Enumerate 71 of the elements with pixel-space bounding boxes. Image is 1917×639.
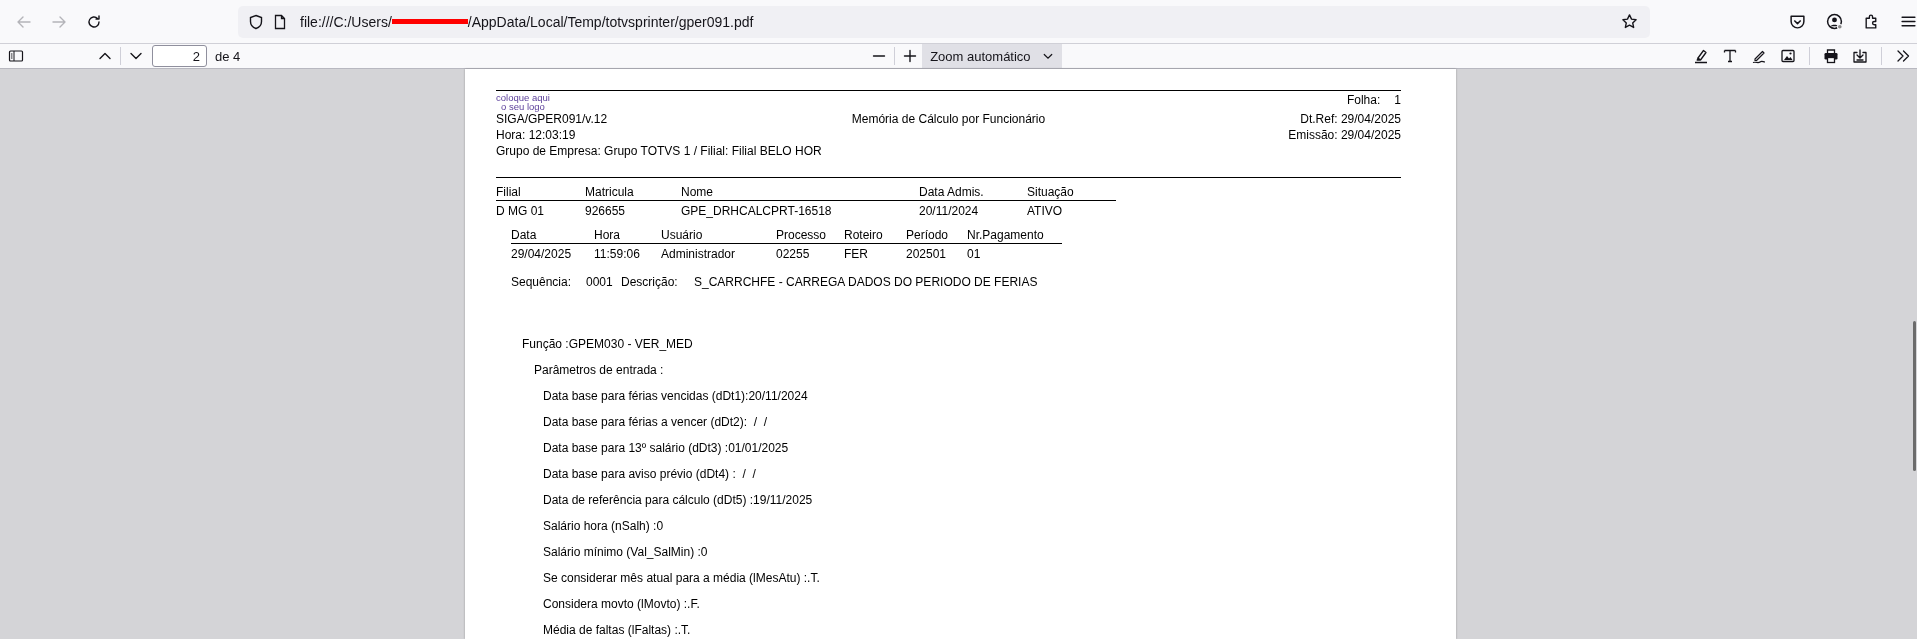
print-icon[interactable] bbox=[1823, 48, 1839, 64]
sidebar-icon[interactable] bbox=[8, 48, 24, 64]
column-header: Matricula bbox=[585, 184, 681, 201]
report-info: SIGA/GPER091/v.12 bbox=[496, 112, 608, 127]
table-cell-text: 926655 bbox=[585, 203, 627, 219]
scrollbar-thumb[interactable] bbox=[1913, 321, 1916, 471]
report-info: Emissão: 29/04/2025 bbox=[1288, 127, 1401, 143]
pen-icon[interactable] bbox=[1751, 48, 1767, 64]
table-cell-text: 20/11/2024 bbox=[919, 203, 980, 219]
column-header: Período bbox=[906, 227, 967, 244]
column-header: Usuário bbox=[661, 227, 776, 244]
page-icon bbox=[272, 13, 288, 30]
table-cell-text: 11:59:06 bbox=[594, 246, 641, 262]
sheet-label: Folha: bbox=[1346, 92, 1381, 109]
zoom-select[interactable]: Zoom automático bbox=[922, 44, 1063, 68]
parameter-line: Média de faltas (lFaltas) :.T. bbox=[543, 622, 691, 639]
column-header: Nome bbox=[681, 184, 919, 201]
save-icon[interactable] bbox=[1852, 48, 1868, 64]
parameter-line: Data base para 13º salário (dDt3) :01/01/2025 bbox=[543, 440, 789, 457]
reload-button[interactable] bbox=[86, 13, 102, 30]
table-cell-text: D MG 01 bbox=[496, 203, 545, 219]
parameter-line: Considera movto (lMovto) :.F. bbox=[543, 596, 700, 613]
column-header: Filial bbox=[496, 184, 585, 201]
url-text: /AppData/Local/Temp/totvsprinter/gper091.pdf bbox=[467, 13, 754, 30]
zoom-in-icon[interactable] bbox=[902, 48, 919, 64]
parameter-line: Data base para férias vencidas (dDt1):20/11/2024 bbox=[543, 388, 808, 405]
image-icon[interactable] bbox=[1780, 48, 1796, 64]
function-line: Função :GPEM030 - VER_MED bbox=[522, 336, 693, 353]
report-info: Grupo de Empresa: Grupo TOTVS 1 / Filial: Filial BELO HOR bbox=[496, 143, 822, 159]
address-bar[interactable]: file:///C:/Users/ /AppData/Local/Temp/totvsprinter/gper091.pdf bbox=[238, 5, 1650, 38]
page-number-field[interactable]: 2 bbox=[152, 45, 207, 67]
report-info: Dt.Ref: 29/04/2025 bbox=[1300, 111, 1401, 127]
text-icon[interactable] bbox=[1722, 48, 1738, 64]
description-label: Descrição: bbox=[621, 274, 679, 290]
parameters-heading: Parâmetros de entrada : bbox=[534, 362, 664, 379]
logo-text: coloque aqui o seu logo bbox=[496, 91, 551, 111]
column-header: Roteiro bbox=[844, 227, 906, 244]
star-icon[interactable] bbox=[1621, 13, 1638, 30]
table-cell-text: GPE_DRHCALCPRT-16518 bbox=[681, 203, 833, 219]
table-cell-text: 202501 bbox=[906, 246, 948, 262]
table-cell-text: FER bbox=[844, 246, 869, 262]
sheet-number: 1 bbox=[1394, 92, 1401, 109]
column-header: Processo bbox=[776, 227, 844, 244]
column-header: Nr.Pagamento bbox=[967, 227, 1062, 244]
sequence-label: Sequência: bbox=[511, 274, 573, 290]
column-header: Data Admis. bbox=[919, 184, 1027, 201]
pocket-icon[interactable] bbox=[1789, 13, 1806, 30]
column-header: Situação bbox=[1027, 184, 1116, 201]
parameter-line: Data de referência para cálculo (dDt5) :19/11/2025 bbox=[543, 492, 813, 509]
page-count: de 4 bbox=[215, 48, 241, 64]
sequence-value: 0001 bbox=[586, 274, 614, 290]
parameter-line: Salário hora (nSalh) :0 bbox=[543, 518, 664, 535]
table-cell-text: 02255 bbox=[776, 246, 811, 262]
table-cell-text: ATIVO bbox=[1027, 203, 1064, 219]
description-text: S_CARRCHFE - CARREGA DADOS DO PERIODO DE FERIAS bbox=[694, 274, 1038, 290]
table-cell-text: Administrador bbox=[661, 246, 737, 262]
parameter-line: Salário mínimo (Val_SalMin) :0 bbox=[543, 544, 708, 561]
url-text: file:///C:/Users/ bbox=[300, 13, 392, 30]
parameter-line: Data base para aviso prévio (dDt4) : / / bbox=[543, 466, 756, 483]
more-tools-icon[interactable] bbox=[1895, 48, 1911, 64]
column-header: Hora bbox=[594, 227, 661, 244]
table-cell-text: 29/04/2025 bbox=[511, 246, 573, 262]
highlighter-icon[interactable] bbox=[1693, 48, 1709, 64]
shield-icon[interactable] bbox=[248, 13, 264, 30]
table-cell-text: 01 bbox=[967, 246, 982, 262]
report-info: Hora: 12:03:19 bbox=[496, 127, 576, 143]
parameter-line: Data base para férias a vencer (dDt2): / / bbox=[543, 414, 768, 431]
parameter-line: Se considerar mês atual para a média (lMesAtu) :.T. bbox=[543, 570, 820, 587]
column-header: Data bbox=[511, 227, 594, 244]
report-title: Memória de Cálculo por Funcionário bbox=[851, 111, 1046, 127]
account-icon[interactable] bbox=[1826, 13, 1843, 30]
